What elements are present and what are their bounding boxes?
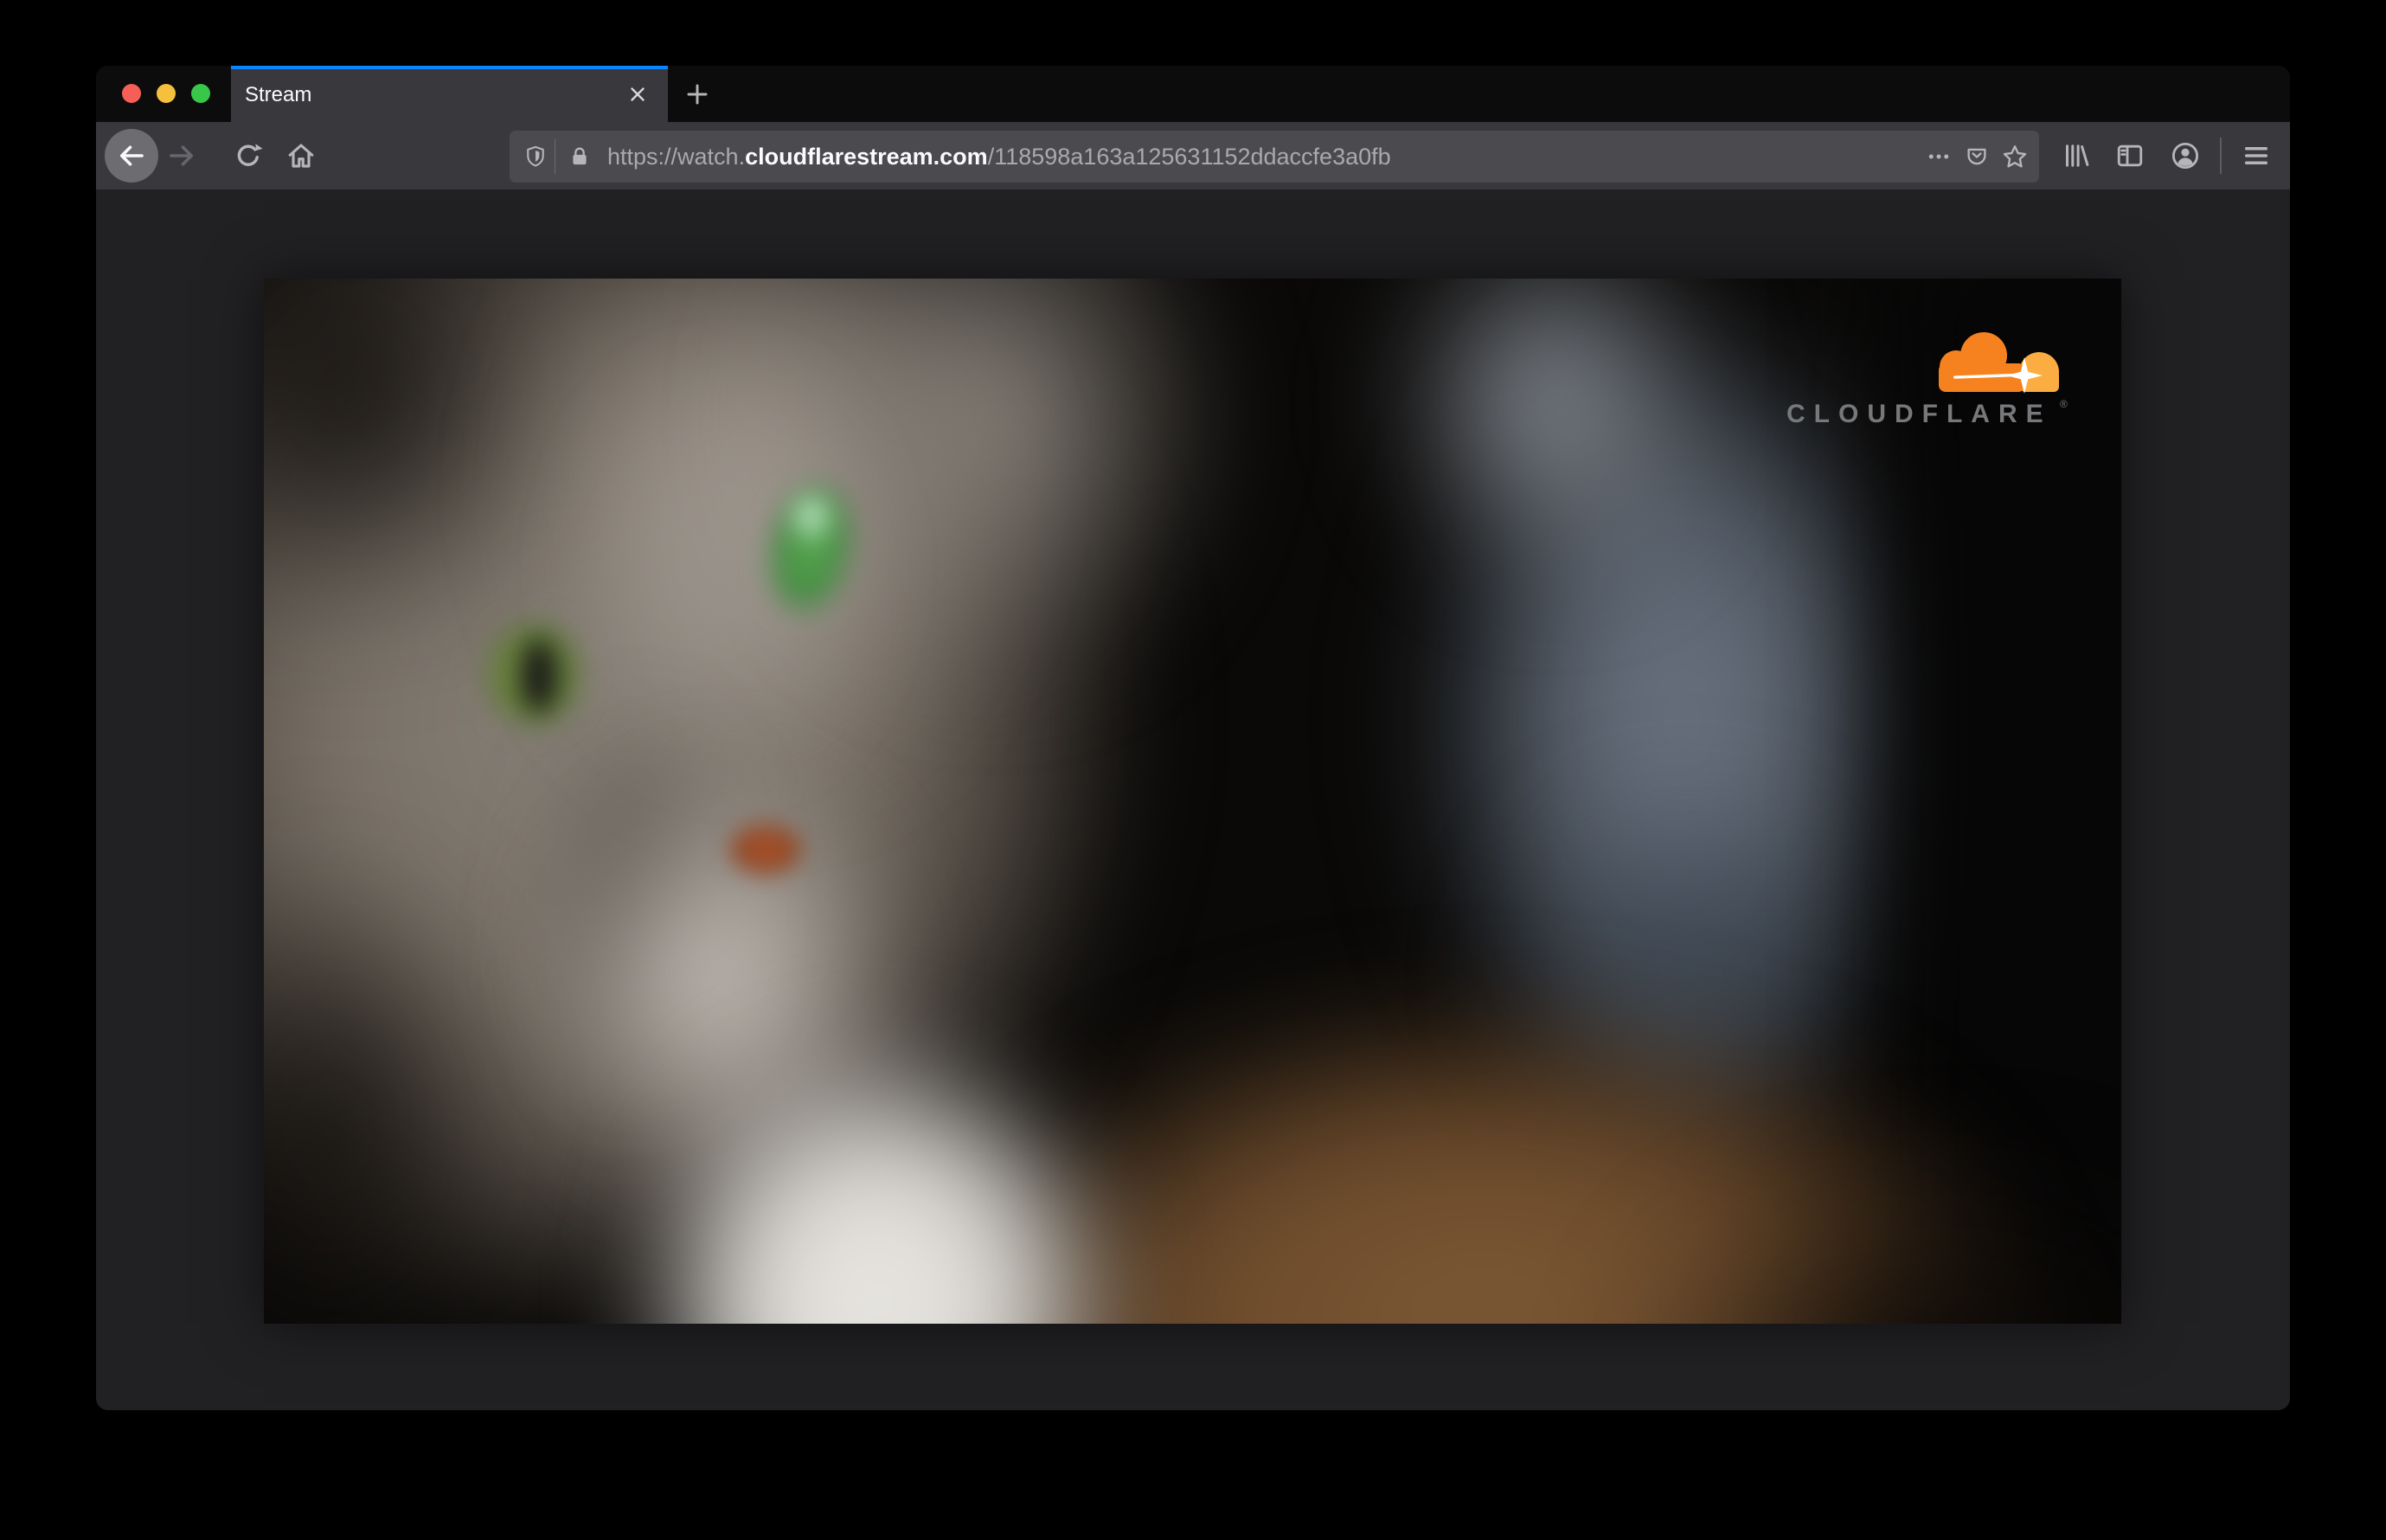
url-domain: cloudflarestream.com [745, 143, 988, 170]
tab-close-icon [626, 83, 649, 106]
tab-title: Stream [245, 83, 312, 106]
home-button[interactable] [281, 136, 321, 176]
bookmark-button[interactable] [1996, 138, 2034, 176]
lock-icon [568, 144, 592, 169]
toolbar-divider [2220, 138, 2222, 174]
forward-button[interactable] [162, 136, 202, 176]
library-icon [2061, 140, 2092, 171]
page-actions-button[interactable] [1920, 138, 1958, 176]
forward-icon [166, 140, 197, 171]
video-player[interactable]: CLOUDFLARE ® [264, 279, 2121, 1324]
browser-window: Stream https://watch.cloudflarestream.co… [96, 66, 2290, 1410]
cloudflare-wordmark: CLOUDFLARE [1786, 400, 2052, 428]
reload-button[interactable] [228, 136, 268, 176]
menu-button[interactable] [2236, 136, 2276, 176]
tab-strip: Stream [96, 66, 2290, 122]
window-zoom-button[interactable] [191, 84, 210, 103]
url-scheme-subdomain: https://watch. [607, 143, 746, 170]
cat-right-eye-highlight [783, 484, 840, 549]
page-actions-icon [1926, 144, 1952, 170]
url-text[interactable]: https://watch.cloudflarestream.com/11859… [607, 144, 1920, 170]
address-bar[interactable]: https://watch.cloudflarestream.com/11859… [510, 131, 2039, 183]
sidebar-icon [2114, 140, 2145, 171]
library-button[interactable] [2056, 136, 2096, 176]
home-icon [285, 140, 317, 171]
url-path: /118598a163a125631152ddaccfe3a0fb [987, 143, 1391, 170]
cat-left-pupil [518, 638, 560, 713]
cat-nose [726, 822, 805, 877]
site-security-button[interactable] [561, 138, 599, 176]
reload-icon [233, 140, 264, 171]
bookmark-star-icon [2001, 143, 2029, 170]
cloudflare-watermark: CLOUDFLARE ® [1786, 329, 2085, 437]
account-icon [2169, 139, 2202, 172]
screen: Stream https://watch.cloudflarestream.co… [0, 0, 2386, 1540]
page-content: CLOUDFLARE ® [96, 189, 2290, 1410]
cloudflare-cloud-icon [1930, 329, 2067, 395]
save-to-pocket-button[interactable] [1958, 138, 1996, 176]
account-button[interactable] [2165, 136, 2205, 176]
menu-icon [2241, 140, 2272, 171]
back-button[interactable] [105, 129, 158, 183]
pocket-icon [1964, 144, 1990, 170]
tracking-protection-button[interactable] [516, 138, 555, 176]
window-close-button[interactable] [122, 84, 141, 103]
sidebar-button[interactable] [2110, 136, 2150, 176]
tracking-shield-icon [523, 144, 548, 169]
tab-close-button[interactable] [623, 80, 652, 109]
cloudflare-registered-mark: ® [2060, 398, 2068, 410]
navigation-toolbar: https://watch.cloudflarestream.com/11859… [96, 122, 2290, 205]
new-tab-button[interactable] [681, 78, 714, 111]
tab-stream[interactable]: Stream [231, 66, 668, 122]
new-tab-icon [683, 80, 711, 108]
window-minimize-button[interactable] [157, 84, 176, 103]
back-icon [116, 140, 147, 171]
